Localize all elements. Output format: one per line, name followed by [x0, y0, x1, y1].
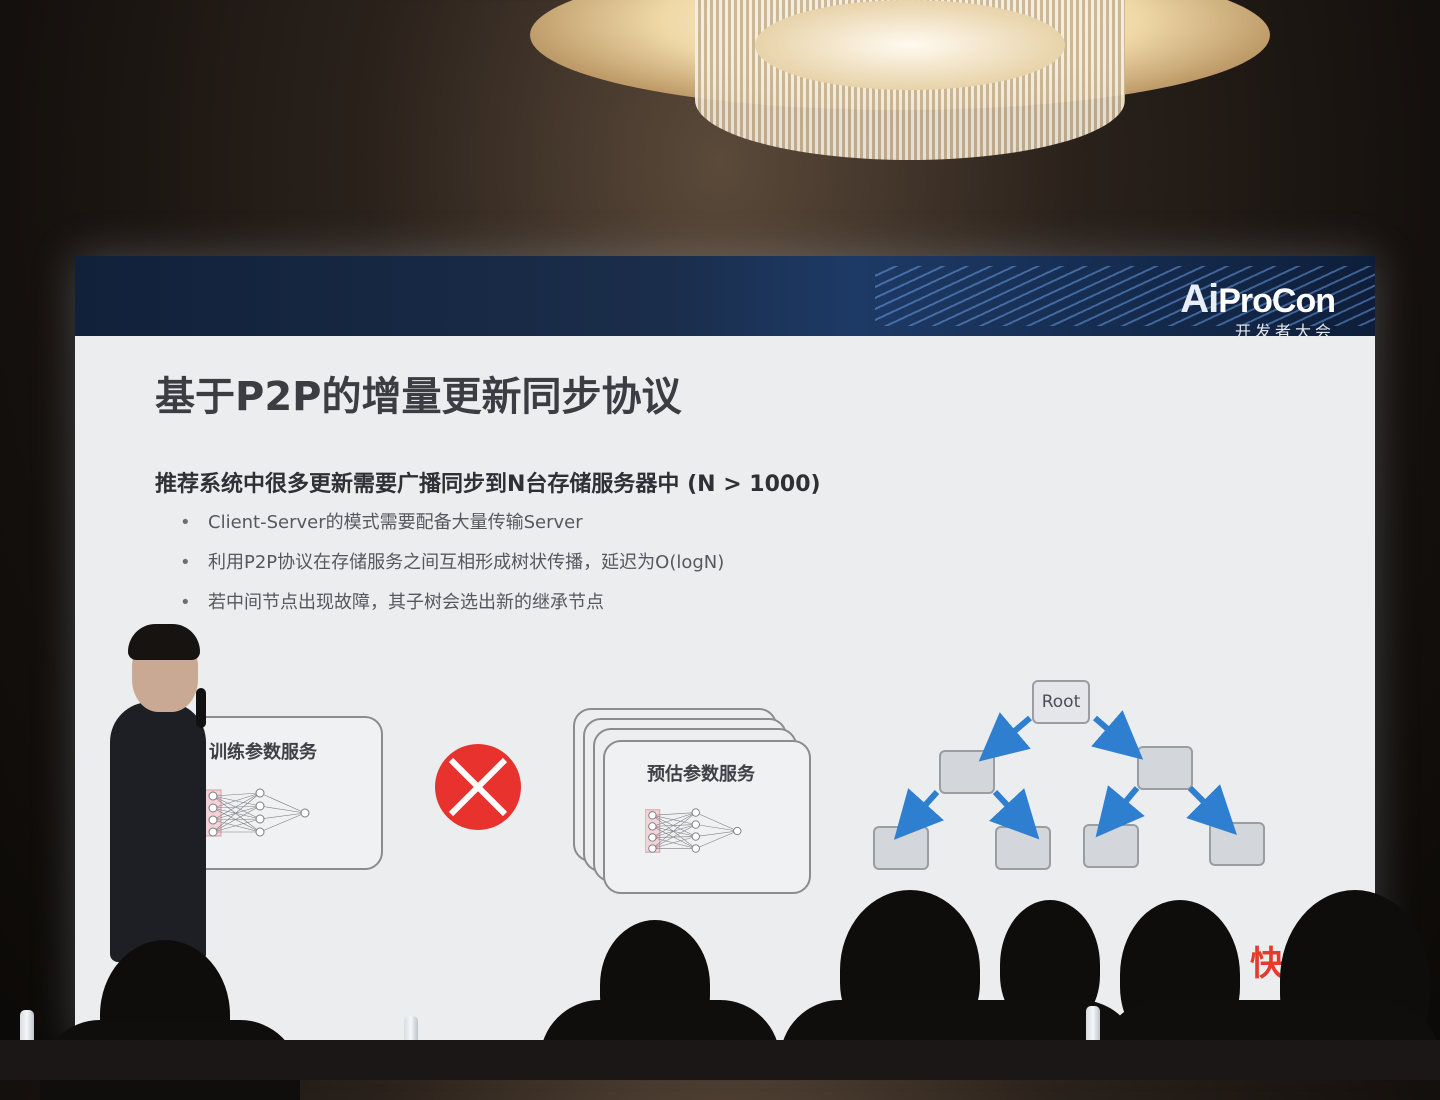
tree-arrow: [1091, 710, 1144, 760]
microphone-icon: [196, 688, 206, 728]
tree-arrow: [893, 788, 944, 840]
presenter-hair: [128, 624, 200, 660]
chandelier: [530, 0, 1270, 190]
tree-arrow: [989, 788, 1040, 840]
tree-arrow: [1095, 785, 1145, 838]
tree-arrow: [978, 712, 1032, 762]
front-table: [0, 1040, 1440, 1080]
tree-arrow: [1186, 784, 1237, 835]
chandelier-glow: [755, 0, 1065, 90]
